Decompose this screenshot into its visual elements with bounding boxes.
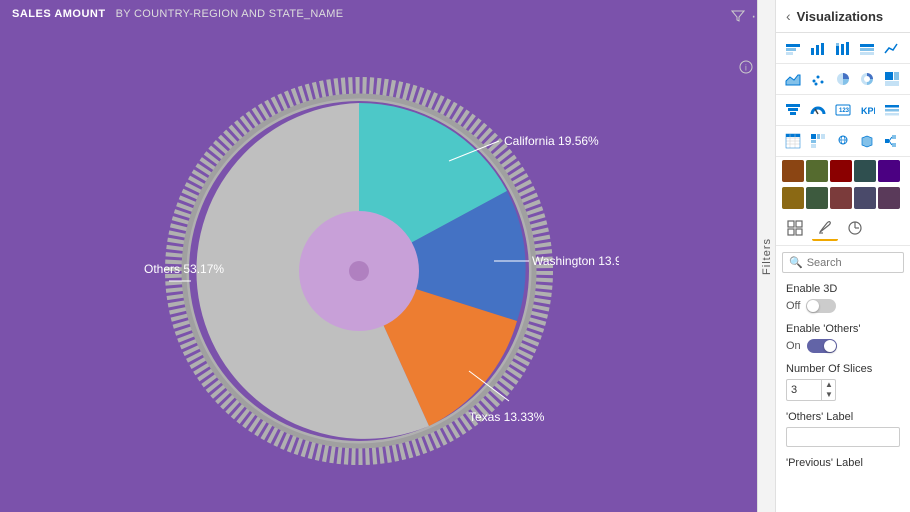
panel-header: ‹ Visualizations bbox=[776, 0, 910, 33]
chart-title: SALES AMOUNT bbox=[12, 8, 106, 20]
map-icon[interactable] bbox=[832, 130, 854, 152]
table-icon[interactable] bbox=[782, 130, 804, 152]
custom-viz-row2 bbox=[776, 185, 910, 211]
treemap-icon[interactable] bbox=[881, 68, 903, 90]
panel-title: Visualizations bbox=[797, 9, 883, 24]
filters-tab[interactable]: Filters bbox=[757, 0, 775, 512]
format-button[interactable] bbox=[812, 215, 838, 241]
custom-viz-2[interactable] bbox=[806, 160, 828, 182]
enable-3d-toggle[interactable] bbox=[806, 299, 836, 313]
svg-text:i: i bbox=[745, 64, 747, 73]
scatter-icon[interactable] bbox=[807, 68, 829, 90]
search-input[interactable] bbox=[807, 257, 897, 269]
washington-label: Washington 13.94% bbox=[532, 254, 619, 268]
100-bar-icon[interactable] bbox=[856, 37, 878, 59]
number-of-slices-input[interactable] bbox=[787, 382, 821, 398]
column-chart-icon[interactable] bbox=[807, 37, 829, 59]
others-label: Others 53.17% bbox=[144, 262, 224, 276]
analytics-button[interactable] bbox=[842, 215, 868, 241]
stacked-bar-icon[interactable] bbox=[782, 37, 804, 59]
svg-text:KPI: KPI bbox=[861, 106, 875, 116]
enable-others-label: Enable 'Others' bbox=[786, 323, 900, 335]
custom-viz-5[interactable] bbox=[878, 160, 900, 182]
matrix-icon[interactable] bbox=[807, 130, 829, 152]
spinner-down-button[interactable]: ▼ bbox=[822, 390, 836, 400]
enable-others-toggle-label: On bbox=[786, 340, 801, 352]
custom-viz-3[interactable] bbox=[830, 160, 852, 182]
number-of-slices-label: Number Of Slices bbox=[786, 363, 900, 375]
search-bar: 🔍 bbox=[782, 252, 904, 273]
card-icon[interactable]: 123 bbox=[832, 99, 854, 121]
main-chart-area: SALES AMOUNT BY COUNTRY-REGION AND STATE… bbox=[0, 0, 775, 512]
viz-grid-row2 bbox=[776, 64, 910, 95]
previous-label-setting: 'Previous' Label bbox=[786, 457, 900, 469]
info-icon-area: i bbox=[739, 60, 753, 79]
chart-subtitle: BY COUNTRY-REGION AND STATE_NAME bbox=[116, 8, 344, 20]
bottom-icon-row bbox=[776, 211, 910, 246]
search-icon: 🔍 bbox=[789, 256, 803, 269]
pie-chart-icon[interactable] bbox=[832, 68, 854, 90]
pie-chart-svg: California 19.56% Washington 13.94% Texa… bbox=[139, 61, 619, 481]
filled-map-icon[interactable] bbox=[856, 130, 878, 152]
enable-others-toggle-row: On bbox=[786, 339, 900, 353]
others-label-setting: 'Others' Label bbox=[786, 411, 900, 447]
number-spinners: ▲ ▼ bbox=[821, 380, 836, 400]
enable-3d-toggle-row: Off bbox=[786, 299, 900, 313]
panel-back-button[interactable]: ‹ bbox=[786, 8, 791, 24]
number-of-slices-input-row: ▲ ▼ bbox=[786, 379, 836, 401]
custom-viz-7[interactable] bbox=[806, 187, 828, 209]
fields-button[interactable] bbox=[782, 215, 808, 241]
enable-others-thumb bbox=[824, 340, 836, 352]
stacked-col-icon[interactable] bbox=[832, 37, 854, 59]
custom-viz-row1 bbox=[776, 157, 910, 185]
custom-viz-9[interactable] bbox=[854, 187, 876, 209]
gauge-icon[interactable] bbox=[807, 99, 829, 121]
previous-label-label: 'Previous' Label bbox=[786, 457, 900, 469]
center-dot bbox=[349, 261, 369, 281]
enable-3d-toggle-label: Off bbox=[786, 300, 800, 312]
custom-viz-8[interactable] bbox=[830, 187, 852, 209]
enable-3d-thumb bbox=[807, 300, 819, 312]
funnel-icon[interactable] bbox=[782, 99, 804, 121]
viz-grid-row1 bbox=[776, 33, 910, 64]
kpi-icon[interactable]: KPI bbox=[856, 99, 878, 121]
others-label-label: 'Others' Label bbox=[786, 411, 900, 423]
enable-3d-setting: Enable 3D Off bbox=[786, 283, 900, 313]
chart-container: California 19.56% Washington 13.94% Texa… bbox=[0, 30, 757, 512]
line-chart-icon[interactable] bbox=[881, 37, 903, 59]
donut-chart-icon[interactable] bbox=[856, 68, 878, 90]
custom-viz-1[interactable] bbox=[782, 160, 804, 182]
chart-header: SALES AMOUNT BY COUNTRY-REGION AND STATE… bbox=[12, 8, 343, 20]
enable-3d-label: Enable 3D bbox=[786, 283, 900, 295]
enable-others-setting: Enable 'Others' On bbox=[786, 323, 900, 353]
settings-section: Enable 3D Off Enable 'Others' On Number … bbox=[776, 279, 910, 512]
visualizations-panel: ‹ Visualizations bbox=[775, 0, 910, 512]
filters-tab-label: Filters bbox=[761, 238, 773, 275]
svg-text:123: 123 bbox=[839, 108, 850, 114]
viz-grid-row4 bbox=[776, 126, 910, 157]
california-label: California 19.56% bbox=[504, 134, 599, 148]
others-label-input[interactable] bbox=[786, 427, 900, 447]
slicer-icon[interactable] bbox=[881, 99, 903, 121]
custom-viz-6[interactable] bbox=[782, 187, 804, 209]
spinner-up-button[interactable]: ▲ bbox=[822, 380, 836, 390]
number-of-slices-setting: Number Of Slices ▲ ▼ bbox=[786, 363, 900, 401]
texas-label: Texas 13.33% bbox=[469, 410, 545, 424]
decomp-tree-icon[interactable] bbox=[881, 130, 903, 152]
custom-viz-10[interactable] bbox=[878, 187, 900, 209]
enable-others-toggle[interactable] bbox=[807, 339, 837, 353]
custom-viz-4[interactable] bbox=[854, 160, 876, 182]
filter-icon[interactable] bbox=[731, 9, 745, 26]
area-chart-icon[interactable] bbox=[782, 68, 804, 90]
info-icon: i bbox=[739, 60, 753, 74]
viz-grid-row3: 123 KPI bbox=[776, 95, 910, 126]
